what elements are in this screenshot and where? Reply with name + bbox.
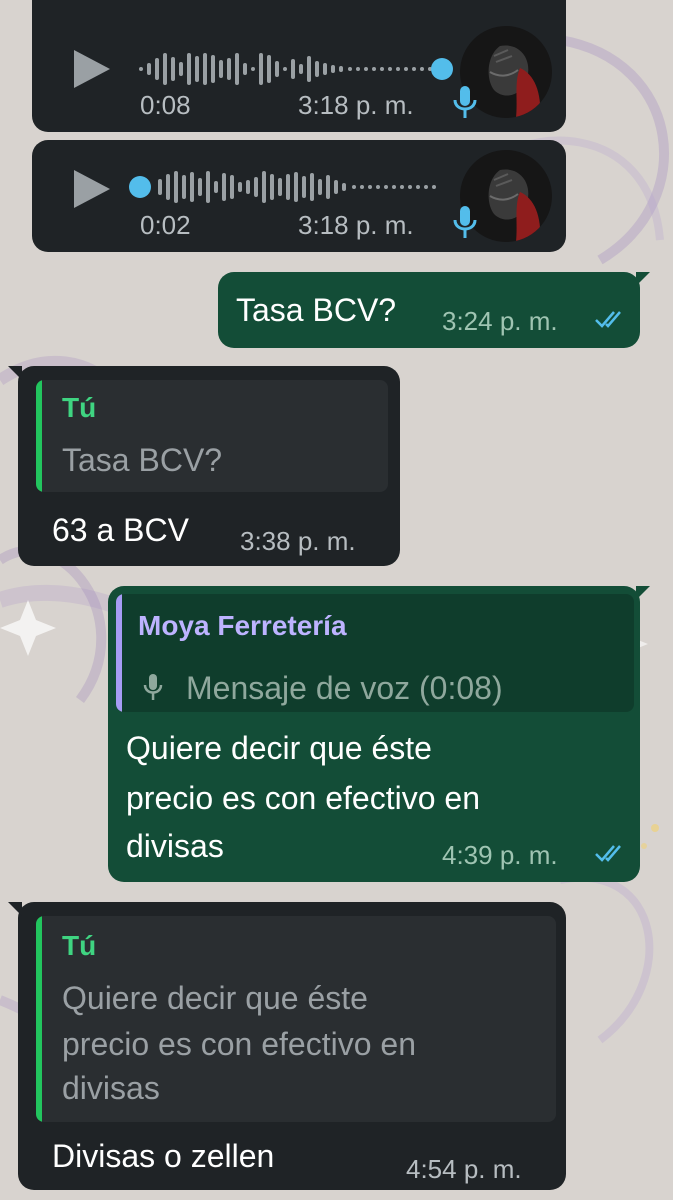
quoted-message[interactable]: Moya Ferretería Mensaje de voz (0:08): [116, 594, 634, 712]
quote-author: Tú: [62, 930, 97, 961]
quote-text-line: Quiere decir que éste: [62, 980, 368, 1016]
outgoing-message[interactable]: Tasa BCV? 3:24 p. m.: [218, 272, 650, 348]
play-icon[interactable]: [72, 170, 112, 208]
incoming-message[interactable]: Tú Quiere decir que éste precio es con e…: [8, 902, 566, 1190]
mic-icon: [143, 674, 163, 700]
voice-message[interactable]: 0:02 3:18 p. m.: [32, 140, 566, 252]
outgoing-message[interactable]: Moya Ferretería Mensaje de voz (0:08) Qu…: [108, 586, 650, 882]
quote-text: Mensaje de voz (0:08): [186, 670, 503, 706]
message-text: Tasa BCV?: [236, 292, 397, 328]
message-time: 3:38 p. m.: [240, 526, 356, 556]
message-text-line: Quiere decir que éste: [126, 730, 432, 766]
read-ticks-icon: [595, 845, 621, 862]
voice-duration: 0:08: [140, 90, 191, 120]
quote-bar: [116, 594, 122, 712]
quote-author: Tú: [62, 392, 97, 423]
quoted-message[interactable]: Tú Tasa BCV?: [36, 380, 388, 492]
incoming-message[interactable]: Tú Tasa BCV? 63 a BCV 3:38 p. m.: [8, 366, 400, 566]
voice-waveform[interactable]: [128, 162, 448, 212]
play-icon[interactable]: [72, 50, 112, 88]
message-time: 4:39 p. m.: [442, 840, 558, 870]
quote-bar: [36, 380, 42, 492]
quote-bar: [36, 916, 42, 1122]
quoted-message[interactable]: Tú Quiere decir que éste precio es con e…: [36, 916, 556, 1122]
message-text: Divisas o zellen: [52, 1138, 275, 1174]
message-time: 4:54 p. m.: [406, 1154, 522, 1184]
quote-text-line: precio es con efectivo en: [62, 1026, 416, 1062]
voice-message[interactable]: 0:08 3:18 p. m.: [32, 0, 566, 132]
message-text-line: divisas: [126, 828, 224, 864]
message-time: 3:18 p. m.: [298, 90, 414, 120]
read-ticks-icon: [595, 311, 621, 328]
mic-icon: [453, 86, 477, 118]
message-text-line: precio es con efectivo en: [126, 780, 480, 816]
message-text: 63 a BCV: [52, 512, 189, 548]
quote-text: Tasa BCV?: [62, 442, 223, 478]
quote-author: Moya Ferretería: [138, 610, 347, 641]
message-time: 3:18 p. m.: [298, 210, 414, 240]
voice-duration: 0:02: [140, 210, 191, 240]
mic-icon: [453, 206, 477, 238]
voice-waveform[interactable]: [136, 44, 456, 94]
message-time: 3:24 p. m.: [442, 306, 558, 336]
quote-text-line: divisas: [62, 1070, 160, 1106]
